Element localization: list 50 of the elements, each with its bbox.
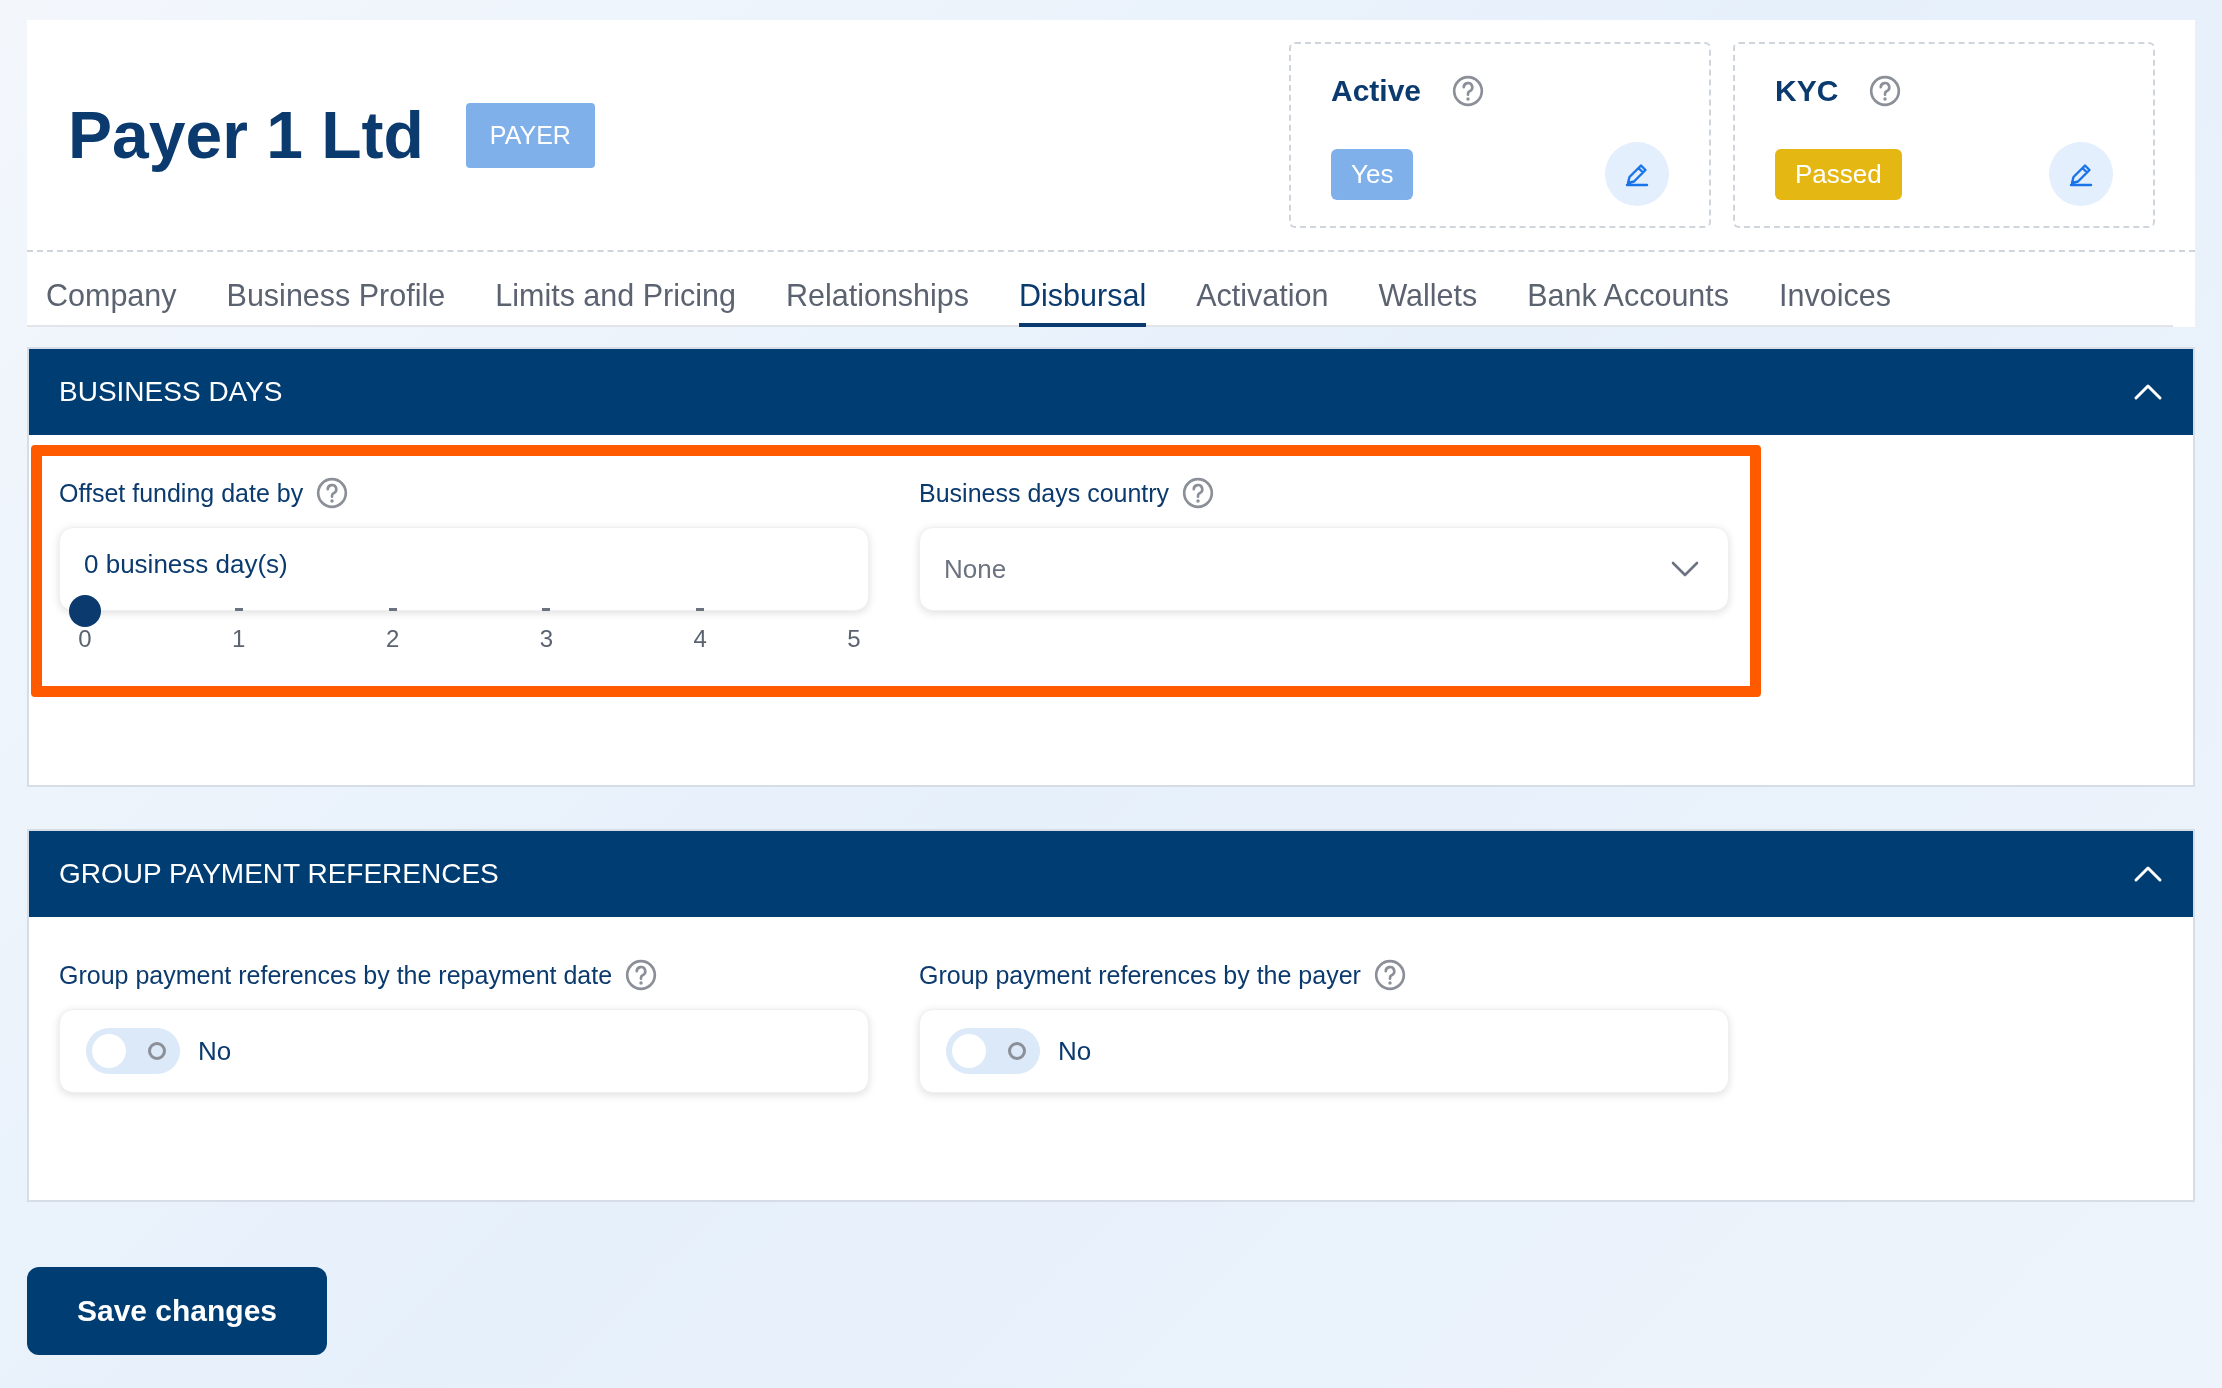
chevron-down-icon bbox=[1670, 559, 1700, 579]
field-label: Offset funding date by bbox=[59, 478, 304, 508]
field-label: Group payment references by the payer bbox=[919, 960, 1361, 990]
help-icon[interactable] bbox=[315, 476, 350, 510]
tab[interactable]: Business Profile bbox=[226, 270, 446, 327]
status-badge: Yes bbox=[1331, 148, 1414, 200]
page-title: Payer 1 Ltd bbox=[68, 97, 424, 173]
toggle-value: No bbox=[1058, 1035, 1092, 1067]
tab[interactable]: Activation bbox=[1196, 270, 1329, 327]
tick-label: 5 bbox=[846, 625, 862, 653]
help-icon[interactable] bbox=[1372, 958, 1407, 992]
tick-label: 0 bbox=[77, 625, 93, 653]
tab[interactable]: Limits and Pricing bbox=[495, 270, 736, 327]
toggle-switch[interactable] bbox=[946, 1028, 1040, 1074]
tick-label: 2 bbox=[384, 625, 401, 653]
section-title: BUSINESS DAYS bbox=[59, 376, 283, 408]
help-icon[interactable] bbox=[1451, 74, 1486, 108]
help-icon[interactable] bbox=[624, 958, 659, 992]
help-icon[interactable] bbox=[1181, 476, 1216, 510]
role-badge: PAYER bbox=[465, 102, 595, 168]
tick-label: 4 bbox=[692, 625, 708, 653]
slider-field[interactable]: 0 business day(s) bbox=[59, 527, 869, 611]
section-title: GROUP PAYMENT REFERENCES bbox=[59, 858, 499, 890]
help-icon[interactable] bbox=[1868, 74, 1903, 108]
section-header[interactable]: BUSINESS DAYS bbox=[29, 349, 2193, 435]
field-label: Business days country bbox=[919, 478, 1170, 508]
save-button[interactable]: Save changes bbox=[27, 1267, 327, 1355]
chevron-icon bbox=[2133, 382, 2163, 402]
status-label: KYC bbox=[1775, 74, 1839, 108]
tick-mark bbox=[696, 608, 705, 611]
tab[interactable]: Invoices bbox=[1779, 270, 1891, 327]
tab[interactable]: Wallets bbox=[1378, 270, 1478, 327]
tick-mark bbox=[542, 608, 551, 611]
toggle-value: No bbox=[198, 1035, 232, 1067]
slider-thumb[interactable] bbox=[69, 595, 101, 627]
tab[interactable]: Bank Accounts bbox=[1527, 270, 1730, 327]
status-label: Active bbox=[1331, 74, 1422, 108]
toggle-switch[interactable] bbox=[86, 1028, 180, 1074]
status-badge: Passed bbox=[1775, 148, 1902, 200]
tab[interactable]: Company bbox=[46, 270, 177, 327]
tab[interactable]: Relationships bbox=[785, 270, 970, 327]
tick-label: 1 bbox=[231, 625, 247, 653]
tab[interactable]: Disbursal bbox=[1019, 270, 1147, 327]
tick-mark bbox=[234, 608, 243, 611]
chevron-icon bbox=[2133, 864, 2163, 884]
country-dropdown[interactable]: None bbox=[919, 527, 1729, 611]
tick-label: 3 bbox=[538, 625, 555, 653]
field-label: Group payment references by the repayment date bbox=[59, 960, 613, 990]
tick-mark bbox=[388, 608, 397, 611]
section-header[interactable]: GROUP PAYMENT REFERENCES bbox=[29, 831, 2193, 917]
